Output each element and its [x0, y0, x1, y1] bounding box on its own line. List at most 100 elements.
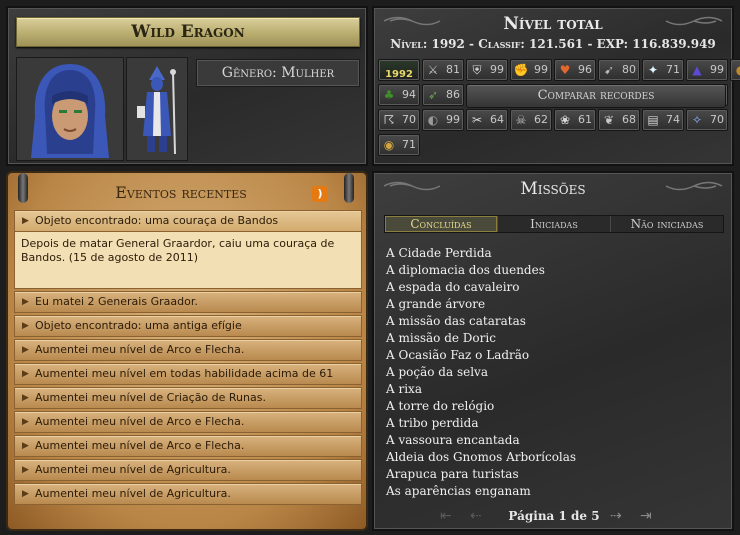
- total-level-value: 1992: [385, 69, 413, 80]
- cooking-pot-icon: ●: [733, 62, 740, 78]
- quest-item[interactable]: Aldeia dos Gnomos Arborícolas: [386, 449, 726, 466]
- skill-level: 70: [402, 113, 416, 126]
- event-label: Eu matei 2 Generais Graador.: [35, 295, 198, 308]
- prev-page-icon[interactable]: ⇠: [470, 509, 482, 523]
- event-item[interactable]: ▶ Eu matei 2 Generais Graador.: [14, 291, 362, 313]
- event-label: Objeto encontrado: uma couraça de Bandos: [35, 214, 279, 227]
- compare-records-button[interactable]: Comparar recordes: [466, 84, 726, 108]
- event-item[interactable]: ▶ Objeto encontrado: uma couraça de Bando…: [14, 210, 362, 232]
- quest-item[interactable]: A Ocasião Faz o Ladrão: [386, 347, 726, 364]
- hunter-paw-icon: ❦: [603, 113, 615, 127]
- skill-badge[interactable]: ✦ 71: [642, 59, 684, 81]
- gender-field: Gênero: Mulher: [196, 59, 360, 87]
- skill-badge[interactable]: ❦ 68: [598, 109, 640, 131]
- expand-arrow-icon: ▶: [22, 393, 29, 403]
- skill-level: 99: [534, 63, 548, 76]
- event-item[interactable]: ▶ Aumentei meu nível de Agricultura.: [14, 483, 362, 505]
- quest-item[interactable]: A grande árvore: [386, 296, 726, 313]
- event-label: Aumentei meu nível de Arco e Flecha.: [35, 415, 245, 428]
- skill-level: 99: [710, 63, 724, 76]
- summoning-icon: ✧: [691, 113, 703, 127]
- skill-level: 81: [446, 63, 460, 76]
- skill-level: 68: [622, 113, 636, 126]
- quest-item[interactable]: As aparências enganam: [386, 483, 726, 500]
- next-page-icon[interactable]: ⇢: [610, 509, 622, 523]
- quest-item[interactable]: A Cidade Perdida: [386, 245, 726, 262]
- expand-arrow-icon: ▶: [22, 417, 29, 427]
- skill-badge[interactable]: ⛨ 99: [466, 59, 508, 81]
- skill-badge[interactable]: ➹ 80: [598, 59, 640, 81]
- hooded-head-image: [17, 58, 123, 160]
- event-item[interactable]: ▶ Aumentei meu nível de Arco e Flecha.: [14, 339, 362, 361]
- event-item[interactable]: ▶ Aumentei meu nível em todas habilidade …: [14, 363, 362, 385]
- rss-icon[interactable]: ): [312, 186, 328, 202]
- skill-badge[interactable]: ➶ 86: [422, 84, 464, 106]
- skill-level: 99: [490, 63, 504, 76]
- event-label: Aumentei meu nível em todas habilidade a…: [35, 367, 334, 380]
- event-item[interactable]: ▶ Objeto encontrado: uma antiga efígie: [14, 315, 362, 337]
- skill-level: 99: [446, 113, 460, 126]
- tree-icon: ♣: [383, 88, 395, 102]
- quest-item[interactable]: A missão das cataratas: [386, 313, 726, 330]
- skill-badge[interactable]: ✧ 70: [686, 109, 728, 131]
- skill-badge[interactable]: ♣ 94: [378, 84, 420, 106]
- skill-level: 86: [446, 88, 460, 101]
- skill-level: 80: [622, 63, 636, 76]
- skill-badge[interactable]: ✂ 64: [466, 109, 508, 131]
- quest-tabs: Concluídas Iniciadas Não iniciadas: [384, 215, 724, 233]
- event-item[interactable]: ▶ Aumentei meu nível de Agricultura.: [14, 459, 362, 481]
- skill-badge[interactable]: ⚔ 81: [422, 59, 464, 81]
- quests-title: Missões: [520, 179, 586, 199]
- quest-item[interactable]: A tribo perdida: [386, 415, 726, 432]
- skill-badge[interactable]: ◉ 71: [378, 134, 420, 156]
- skill-badge[interactable]: ♥ 96: [554, 59, 596, 81]
- total-level-badge[interactable]: 1992: [378, 59, 420, 81]
- skill-badge[interactable]: ☠ 62: [510, 109, 552, 131]
- skill-badge[interactable]: ☈ 70: [378, 109, 420, 131]
- first-page-icon[interactable]: ⇤: [440, 509, 452, 523]
- dungeoneering-icon: ◉: [383, 138, 395, 152]
- skill-badge[interactable]: ❀ 61: [554, 109, 596, 131]
- expand-arrow-icon: ▶: [22, 369, 29, 379]
- farming-icon: ❀: [559, 113, 571, 127]
- event-label: Aumentei meu nível de Criação de Runas.: [35, 391, 266, 404]
- quest-item[interactable]: Arapuca para turistas: [386, 466, 726, 483]
- event-detail: Depois de matar General Graardor, caiu u…: [14, 232, 362, 289]
- skill-badge[interactable]: ▤ 74: [642, 109, 684, 131]
- recent-events-title: Eventos recentes: [115, 183, 247, 202]
- quest-tab[interactable]: Iniciadas: [498, 216, 611, 232]
- shield-icon: ⛨: [472, 63, 482, 77]
- bow-icon: ➹: [603, 63, 615, 77]
- quest-list: A Cidade Perdida A diplomacia dos duendes…: [386, 245, 726, 500]
- skill-badge[interactable]: ◐ 99: [422, 109, 464, 131]
- quest-tab[interactable]: Concluídas: [385, 216, 498, 232]
- expand-arrow-icon: ▶: [22, 465, 29, 475]
- quest-item[interactable]: A poção da selva: [386, 364, 726, 381]
- event-item[interactable]: ▶ Aumentei meu nível de Arco e Flecha.: [14, 411, 362, 433]
- quests-panel: Missões Concluídas Iniciadas Não iniciadas…: [372, 171, 734, 531]
- sword-icon: ⚔: [427, 63, 439, 77]
- quest-item[interactable]: A espada do cavaleiro: [386, 279, 726, 296]
- skill-level: 74: [666, 113, 680, 126]
- quest-item[interactable]: A missão de Doric: [386, 330, 726, 347]
- quest-item[interactable]: A torre do relógio: [386, 398, 726, 415]
- quest-tab[interactable]: Não iniciadas: [611, 216, 723, 232]
- total-level-stats: Nível: 1992 - Classif: 121.561 - EXP: 11…: [390, 37, 716, 51]
- last-page-icon[interactable]: ⇥: [640, 509, 652, 523]
- skill-level: 61: [578, 113, 592, 126]
- agility-icon: ☈: [383, 113, 395, 127]
- quest-item[interactable]: A diplomacia dos duendes: [386, 262, 726, 279]
- expand-arrow-icon: ▶: [22, 441, 29, 451]
- skill-badge[interactable]: ●99: [730, 59, 740, 81]
- skill-level: 62: [534, 113, 548, 126]
- event-item[interactable]: ▶ Aumentei meu nível de Arco e Flecha.: [14, 435, 362, 457]
- skill-level: 96: [578, 63, 592, 76]
- quest-item[interactable]: A vassoura encantada: [386, 432, 726, 449]
- crafting-icon: ✂: [471, 113, 483, 127]
- expand-arrow-icon: ▶: [22, 297, 29, 307]
- skill-badge[interactable]: ✊ 99: [510, 59, 552, 81]
- event-item[interactable]: ▶ Aumentei meu nível de Criação de Runas.: [14, 387, 362, 409]
- quest-item[interactable]: A rixa: [386, 381, 726, 398]
- skill-badge[interactable]: ▲ 99: [686, 59, 728, 81]
- skill-level: 64: [490, 113, 504, 126]
